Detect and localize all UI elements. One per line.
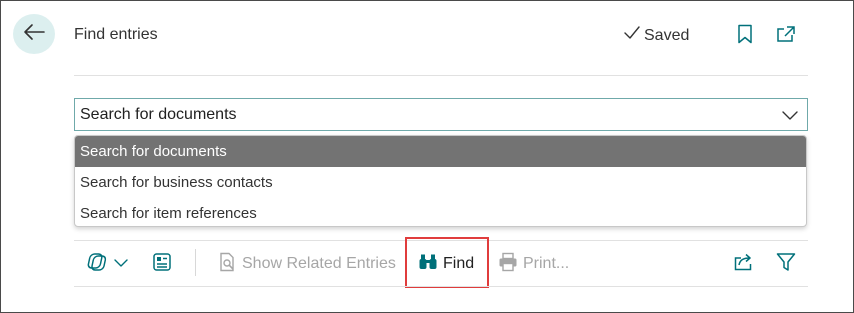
print-button[interactable]: Print... [498,251,569,277]
dropdown-option-business-contacts[interactable]: Search for business contacts [75,167,806,198]
header-divider [74,75,808,76]
find-highlight-box [405,237,489,288]
actionbar-separator [195,249,196,276]
filter-button[interactable] [776,251,796,277]
saved-status: Saved [623,25,689,46]
open-in-new-window-button[interactable] [776,25,796,47]
open-in-new-window-icon [776,25,796,48]
show-related-entries-label: Show Related Entries [242,255,396,272]
print-label: Print... [523,255,570,272]
page-title: Find entries [74,26,158,43]
actionbar-bottom-divider [74,286,808,287]
chevron-down-icon [782,108,798,126]
chevron-down-icon [114,255,128,273]
bookmark-button[interactable] [735,24,755,49]
dropdown-option-documents[interactable]: Search for documents [75,136,806,167]
page-layout-icon [152,252,172,277]
search-type-value: Search for documents [80,105,237,123]
page-layout-button[interactable] [152,251,172,277]
share-icon [733,252,753,277]
checkmark-icon [623,25,641,46]
views-icon [87,252,109,277]
views-menu-button[interactable] [87,251,128,277]
filter-icon [776,252,796,277]
search-type-select[interactable]: Search for documents [74,98,808,131]
saved-label: Saved [644,26,690,44]
arrow-left-icon [23,23,45,46]
share-button[interactable] [733,251,753,277]
show-related-entries-button[interactable]: Show Related Entries [219,251,396,277]
dropdown-option-item-references[interactable]: Search for item references [75,198,806,226]
search-type-dropdown: Search for documents Search for business… [74,135,807,227]
document-search-icon [219,252,237,277]
printer-icon [498,252,518,277]
bookmark-icon [737,24,753,49]
back-button[interactable] [13,14,55,54]
find-entries-page: Find entries Saved Search for documents [0,0,854,313]
